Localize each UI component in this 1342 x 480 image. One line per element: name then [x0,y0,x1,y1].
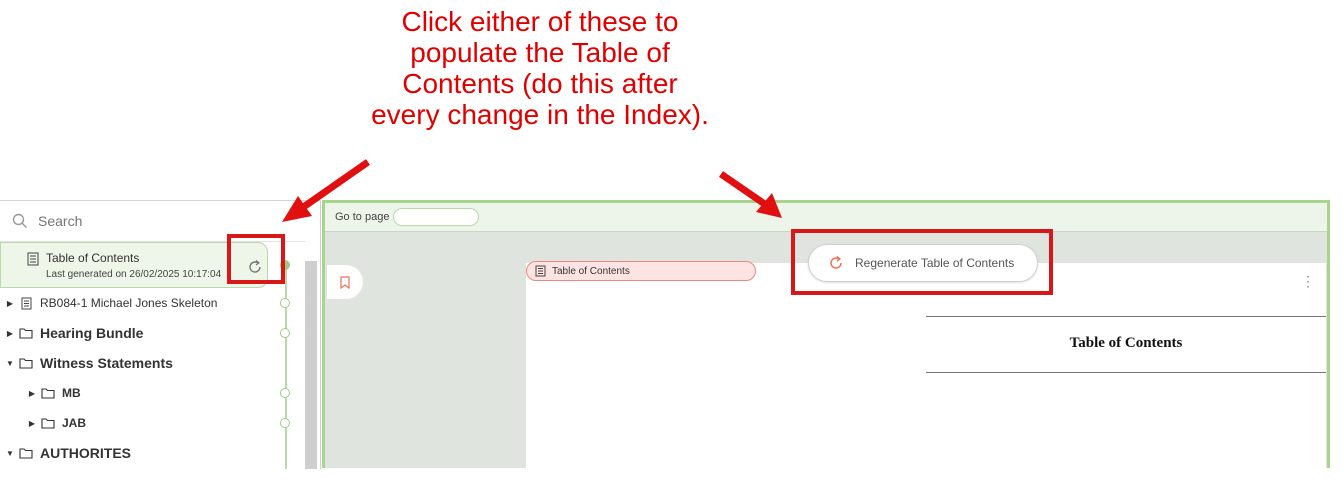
caret-right-icon[interactable]: ▶ [26,389,38,398]
heading-rule-top [926,316,1326,317]
goto-page-label: Go to page [335,211,390,223]
document-icon [16,297,36,310]
tree-item-label: Hearing Bundle [40,325,144,341]
callout-line: Contents (do this after [402,68,678,99]
folder-icon [38,387,58,399]
more-options-icon[interactable]: ⋮ [1301,273,1315,290]
tree-item-label: RB084-1 Michael Jones Skeleton [40,296,218,310]
tree-item-skeleton[interactable]: ▶ RB084-1 Michael Jones Skeleton [4,288,284,318]
toc-item-title: Table of Contents [46,251,140,265]
tree-item-label: Witness Statements [40,355,173,371]
callout-line: Click either of these to [401,6,679,37]
goto-page-input[interactable] [393,208,480,226]
document-icon [535,265,546,277]
tree-item-authorites[interactable]: ▼ AUTHORITES [4,438,284,468]
folder-icon [16,357,36,369]
heading-rule-bottom [926,372,1326,373]
sidebar-scrollbar[interactable] [305,261,317,469]
search-icon [12,213,27,228]
callout-line: populate the Table of [410,37,670,68]
folder-icon [16,447,36,459]
caret-right-icon[interactable]: ▶ [4,329,16,338]
folder-icon [38,417,58,429]
caret-down-icon[interactable]: ▼ [4,359,16,368]
viewer-toolbar: Go to page [325,203,1327,232]
highlight-box-sidebar-refresh [227,234,285,284]
instruction-callout: Click either of these to populate the Ta… [330,6,750,130]
tree-item-witness-statements[interactable]: ▼ Witness Statements [4,348,284,378]
tree-item-label: AUTHORITES [40,445,131,461]
caret-right-icon[interactable]: ▶ [4,299,16,308]
bookmark-button[interactable] [327,265,363,299]
bookmark-icon [340,275,350,289]
document-tab[interactable]: Table of Contents [526,261,756,281]
folder-icon [16,327,36,339]
page-heading: Table of Contents [1069,335,1183,351]
search-input[interactable] [36,212,270,230]
tree-item-hearing-bundle[interactable]: ▶ Hearing Bundle [4,318,284,348]
tree-item-jab[interactable]: ▶ JAB [26,408,306,438]
tree-item-label: JAB [62,416,87,430]
caret-right-icon[interactable]: ▶ [26,419,38,428]
toc-item-last-generated: Last generated on 26/02/2025 10:17:04 [46,269,222,280]
tree-item-mb[interactable]: ▶ MB [26,378,306,408]
document-tab-label: Table of Contents [552,265,630,277]
document-icon [27,252,39,266]
highlight-box-regenerate [791,229,1053,295]
caret-down-icon[interactable]: ▼ [4,449,16,458]
callout-line: every change in the Index). [371,99,709,130]
tree-track [285,265,287,469]
tree-item-label: MB [62,386,81,400]
